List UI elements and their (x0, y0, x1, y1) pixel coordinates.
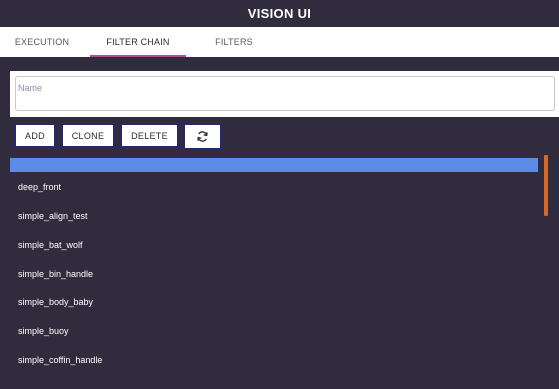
tab-filter-chain[interactable]: FILTER CHAIN (90, 27, 186, 57)
tab-filters-label: FILTERS (215, 37, 253, 47)
delete-button[interactable]: DELETE (120, 123, 179, 148)
tab-execution[interactable]: EXECUTION (10, 27, 74, 57)
tab-filter-chain-label: FILTER CHAIN (106, 37, 170, 47)
list-item-selected[interactable] (10, 158, 538, 172)
refresh-button[interactable] (183, 123, 222, 150)
name-panel: Name (10, 71, 559, 117)
add-button[interactable]: ADD (14, 123, 56, 148)
vision-ui-app: VISION UI EXECUTION FILTER CHAIN FILTERS… (0, 0, 559, 389)
clone-button-label: CLONE (71, 130, 105, 141)
name-input[interactable] (18, 95, 548, 109)
list-item[interactable]: simple_bin_handle (18, 267, 93, 281)
list-item[interactable]: simple_body_baby (18, 295, 93, 309)
add-button-label: ADD (25, 130, 45, 141)
list-item[interactable]: simple_coffin_handle (18, 353, 102, 367)
list-item[interactable]: simple_buoy (18, 324, 69, 338)
name-field[interactable]: Name (15, 76, 555, 111)
list-item[interactable]: deep_front (18, 180, 61, 194)
delete-button-label: DELETE (131, 130, 168, 141)
active-tab-indicator (90, 55, 186, 57)
list-scrollbar-thumb[interactable] (544, 155, 548, 216)
tab-bar: EXECUTION FILTER CHAIN FILTERS (0, 27, 559, 57)
list-item[interactable]: simple_bat_wolf (18, 238, 83, 252)
list-item[interactable]: simple_align_test (18, 209, 88, 223)
tab-filters[interactable]: FILTERS (210, 27, 258, 57)
name-field-label: Name (18, 83, 43, 93)
clone-button[interactable]: CLONE (61, 123, 115, 148)
tab-execution-label: EXECUTION (14, 37, 70, 47)
refresh-icon (196, 130, 209, 143)
app-title: VISION UI (0, 0, 559, 27)
filter-chain-list: deep_front simple_align_test simple_bat_… (10, 158, 538, 389)
